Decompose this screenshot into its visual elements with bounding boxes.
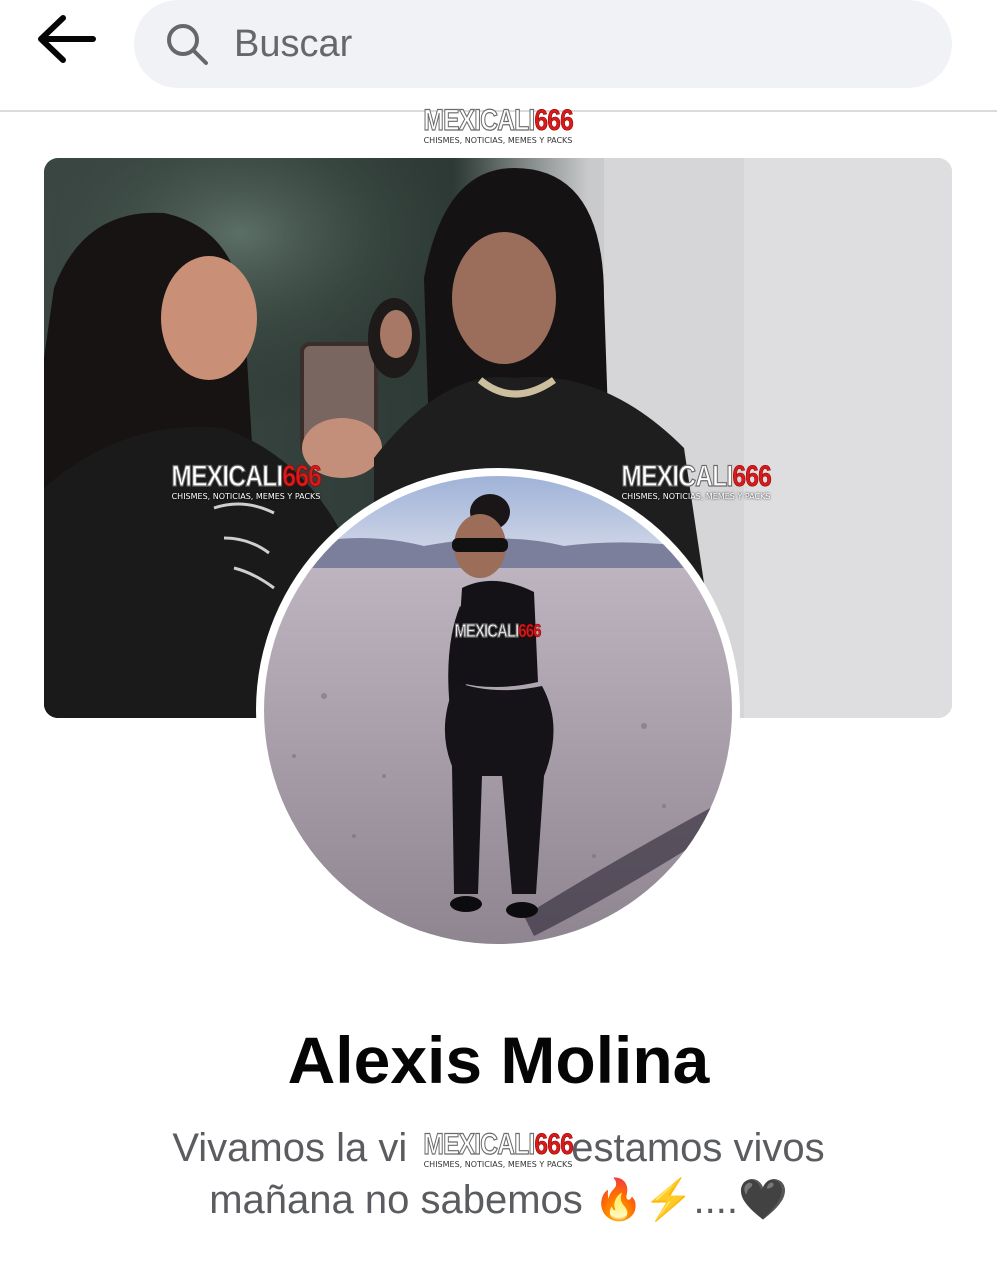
profile-page: Buscar MEXICALI666 CHISMES, NOTICIAS, ME… [0, 0, 997, 1280]
watermark-logo: MEXICALI666 CHISMES, NOTICIAS, MEMES Y P… [423, 104, 574, 145]
search-icon [164, 20, 212, 68]
watermark-logo: MEXICALI666 CHISMES, NOTICIAS, MEMES Y P… [171, 460, 322, 501]
bio-line-2: mañana no sabemos 🔥⚡....🖤 [209, 1178, 788, 1222]
top-bar: Buscar [0, 0, 997, 110]
avatar[interactable] [264, 476, 732, 944]
search-placeholder: Buscar [234, 22, 353, 65]
back-button[interactable] [28, 8, 104, 74]
profile-name: Alexis Molina [287, 1023, 710, 1097]
watermark-logo: MEXICALI666 CHISMES, NOTICIAS, MEMES Y P… [621, 460, 772, 501]
arrow-left-icon [35, 14, 97, 69]
search-input[interactable]: Buscar [134, 0, 952, 88]
watermark-logo: MEXICALI666 [454, 621, 542, 641]
watermark-logo: MEXICALI666 CHISMES, NOTICIAS, MEMES Y P… [423, 1128, 574, 1169]
